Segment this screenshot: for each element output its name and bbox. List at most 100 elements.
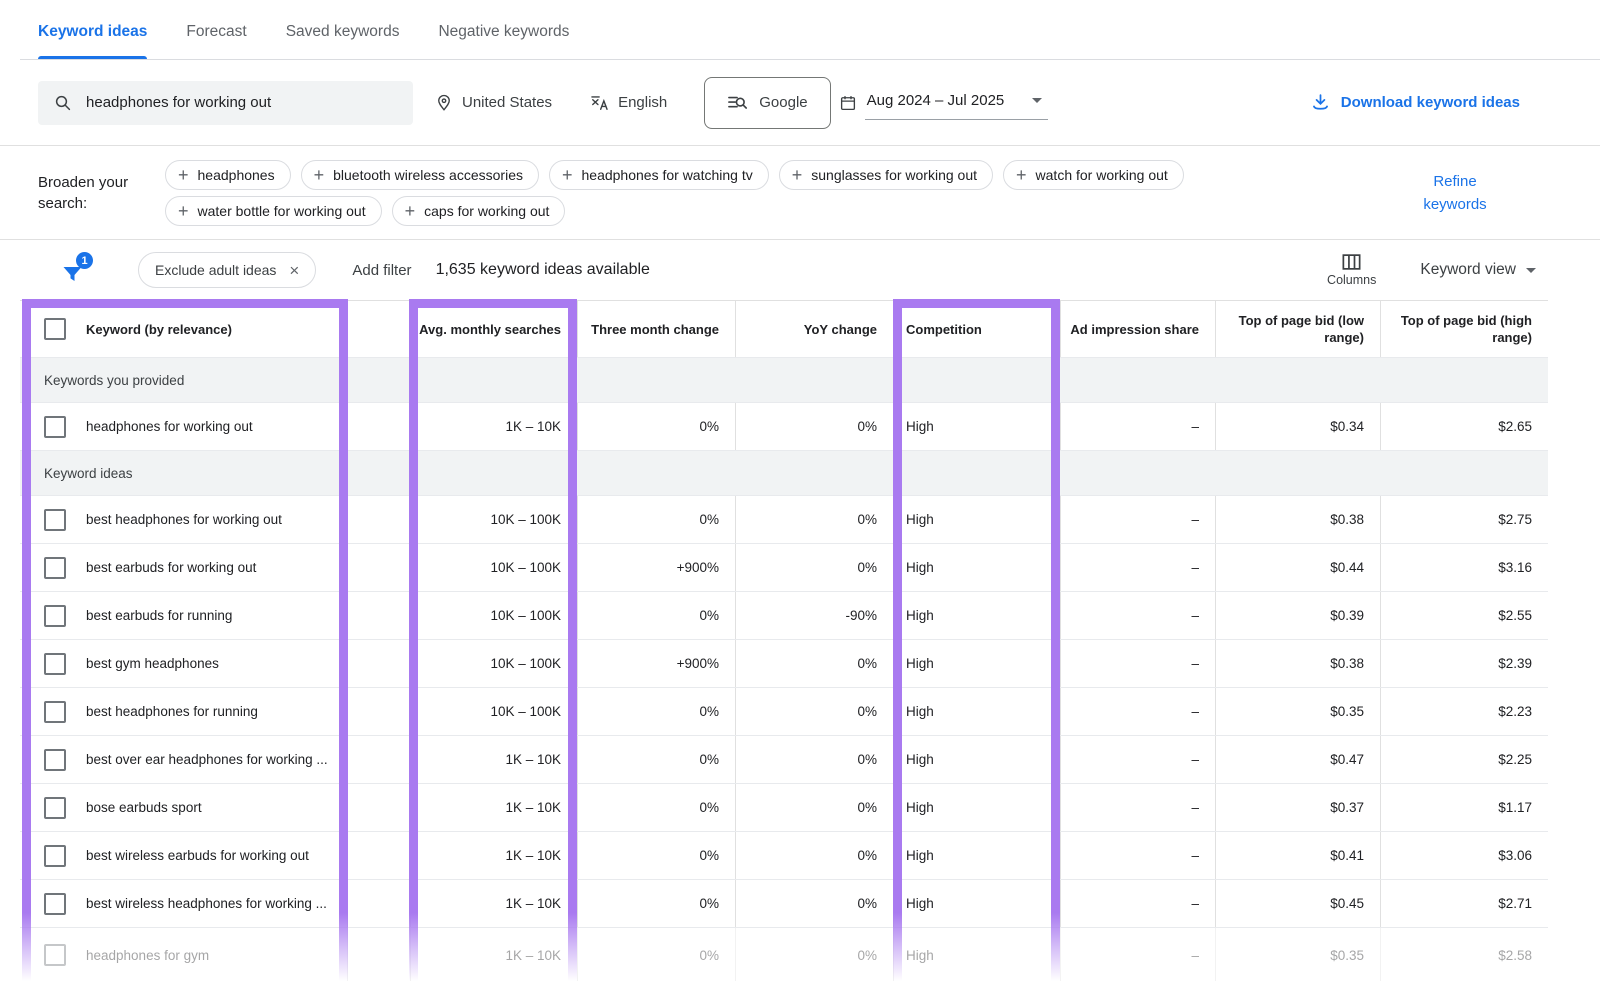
avg-monthly-searches-cell: 1K – 10K [410, 403, 577, 450]
columns-button[interactable]: Columns [1327, 253, 1376, 287]
tab-keyword-ideas[interactable]: Keyword ideas [38, 23, 147, 59]
keyword-cell: best earbuds for running [86, 608, 232, 623]
yoy-change-cell: 0% [735, 832, 893, 879]
download-keyword-ideas-button[interactable]: Download keyword ideas [1310, 92, 1520, 113]
close-icon[interactable]: × [289, 262, 299, 279]
row-checkbox[interactable] [44, 605, 66, 627]
network-selector[interactable]: Google [704, 77, 830, 129]
row-checkbox[interactable] [44, 893, 66, 915]
broaden-chip[interactable]: + headphones [165, 160, 291, 190]
spacer-cell [347, 928, 410, 981]
top-of-page-bid-low-cell: $0.37 [1215, 784, 1380, 831]
ad-impression-share-cell: – [1060, 832, 1215, 879]
row-checkbox[interactable] [44, 653, 66, 675]
exclude-adult-ideas-chip[interactable]: Exclude adult ideas × [138, 252, 316, 288]
plus-icon: + [1016, 166, 1027, 184]
tab-negative-keywords[interactable]: Negative keywords [438, 23, 569, 59]
language-label: English [618, 94, 667, 111]
header-yoy-change: YoY change [735, 301, 893, 357]
top-of-page-bid-low-cell: $0.35 [1215, 928, 1380, 981]
row-checkbox[interactable] [44, 749, 66, 771]
spacer-cell [347, 736, 410, 783]
filter-funnel-button[interactable]: 1 [60, 253, 90, 287]
keyword-cell: headphones for gym [86, 948, 209, 963]
broaden-chip[interactable]: + sunglasses for working out [779, 160, 993, 190]
keyword-ideas-count: 1,635 keyword ideas available [436, 261, 650, 279]
header-competition: Competition [893, 301, 1060, 357]
language-selector[interactable]: English [590, 93, 667, 112]
search-input[interactable] [84, 93, 397, 112]
ad-impression-share-cell: – [1060, 784, 1215, 831]
plus-icon: + [178, 166, 189, 184]
top-of-page-bid-high-cell: $2.39 [1380, 640, 1548, 687]
row-checkbox[interactable] [44, 509, 66, 531]
broaden-chip[interactable]: + headphones for watching tv [549, 160, 769, 190]
date-range-selector[interactable]: Aug 2024 – Jul 2025 [839, 86, 1049, 120]
row-checkbox[interactable] [44, 944, 66, 966]
ad-impression-share-cell: – [1060, 880, 1215, 927]
table-row: bose earbuds sport 1K – 10K 0% 0% High –… [20, 784, 1548, 832]
yoy-change-cell: 0% [735, 688, 893, 735]
keyword-table-body: Keywords you provided headphones for wor… [20, 358, 1548, 981]
refine-keywords-button[interactable]: Refine keywords [1410, 170, 1500, 216]
row-checkbox[interactable] [44, 416, 66, 438]
broaden-your-search-label: Broaden your search: [38, 146, 136, 239]
location-pin-icon [435, 94, 453, 112]
filter-bar: 1 Exclude adult ideas × Add filter 1,635… [0, 240, 1600, 300]
three-month-change-cell: 0% [577, 736, 735, 783]
broaden-chip[interactable]: + bluetooth wireless accessories [301, 160, 539, 190]
ad-impression-share-cell: – [1060, 403, 1215, 450]
keyword-cell: best headphones for working out [86, 512, 282, 527]
avg-monthly-searches-cell: 10K – 100K [410, 640, 577, 687]
keyword-cell: best headphones for running [86, 704, 258, 719]
network-label: Google [759, 94, 807, 111]
select-all-checkbox[interactable] [44, 318, 66, 340]
ad-impression-share-cell: – [1060, 928, 1215, 981]
keyword-cell: best wireless earbuds for working out [86, 848, 309, 863]
keyword-table: Keyword (by relevance) Avg. monthly sear… [20, 300, 1548, 981]
row-checkbox[interactable] [44, 797, 66, 819]
date-range-value: Aug 2024 – Jul 2025 [867, 92, 1005, 109]
avg-monthly-searches-cell: 1K – 10K [410, 928, 577, 981]
add-filter-button[interactable]: Add filter [352, 262, 411, 279]
spacer-cell [347, 832, 410, 879]
tab-forecast[interactable]: Forecast [186, 23, 246, 59]
avg-monthly-searches-cell: 1K – 10K [410, 880, 577, 927]
table-row: best gym headphones 10K – 100K +900% 0% … [20, 640, 1548, 688]
competition-cell: High [893, 736, 1060, 783]
avg-monthly-searches-cell: 10K – 100K [410, 544, 577, 591]
table-row: headphones for gym 1K – 10K 0% 0% High –… [20, 928, 1548, 981]
broaden-chip[interactable]: + water bottle for working out [165, 196, 382, 226]
broaden-chip-label: water bottle for working out [198, 203, 366, 219]
keyword-view-dropdown[interactable]: Keyword view [1420, 261, 1536, 279]
broaden-chip-label: sunglasses for working out [811, 167, 977, 183]
tab-bar: Keyword ideas Forecast Saved keywords Ne… [20, 0, 1600, 60]
spacer-cell [347, 880, 410, 927]
spacer-cell [347, 496, 410, 543]
table-section-row: Keyword ideas [20, 451, 1548, 496]
exclude-adult-ideas-label: Exclude adult ideas [155, 262, 276, 278]
location-label: United States [462, 94, 552, 111]
yoy-change-cell: 0% [735, 928, 893, 981]
date-range-value-wrapper: Aug 2024 – Jul 2025 [865, 86, 1049, 120]
keyword-cell: best gym headphones [86, 656, 219, 671]
search-box [38, 81, 413, 125]
search-icon [54, 93, 72, 113]
tab-saved-keywords[interactable]: Saved keywords [286, 23, 400, 59]
broaden-chip[interactable]: + watch for working out [1003, 160, 1184, 190]
table-row: best wireless earbuds for working out 1K… [20, 832, 1548, 880]
header-top-of-page-bid-high: Top of page bid (high range) [1380, 301, 1548, 357]
three-month-change-cell: +900% [577, 640, 735, 687]
table-row: best earbuds for working out 10K – 100K … [20, 544, 1548, 592]
row-checkbox[interactable] [44, 557, 66, 579]
top-of-page-bid-high-cell: $2.75 [1380, 496, 1548, 543]
three-month-change-cell: 0% [577, 928, 735, 981]
location-selector[interactable]: United States [435, 94, 552, 112]
row-checkbox[interactable] [44, 845, 66, 867]
broaden-chip[interactable]: + caps for working out [392, 196, 566, 226]
ad-impression-share-cell: – [1060, 496, 1215, 543]
spacer-cell [347, 592, 410, 639]
row-checkbox[interactable] [44, 701, 66, 723]
table-section-label: Keywords you provided [44, 373, 184, 388]
competition-cell: High [893, 784, 1060, 831]
